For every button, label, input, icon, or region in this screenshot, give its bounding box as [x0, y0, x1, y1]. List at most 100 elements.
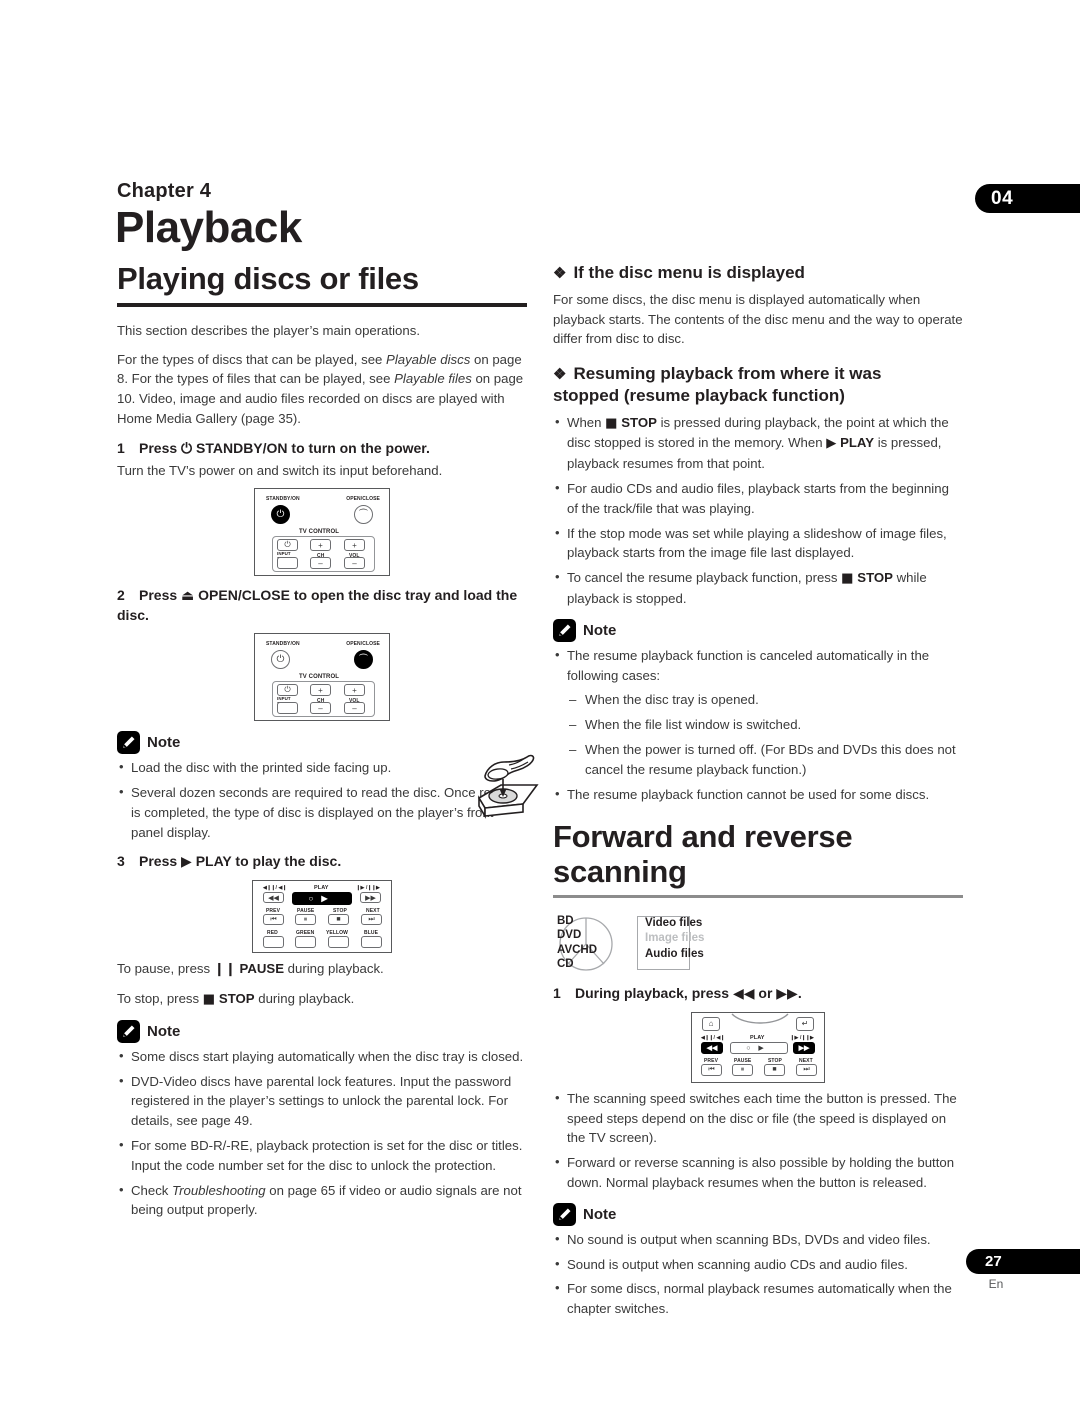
input-select-bottom-button[interactable]: [277, 557, 298, 570]
list-item: For some discs, normal playback resumes …: [553, 1278, 963, 1319]
remote-panel-play-wrap: ◀❙❙/ ◀❙ PLAY ❙▶ /❙❙▶ ◀◀ ○▶ ▶▶ PREV PAUSE…: [117, 880, 527, 954]
resume-b4-a: To cancel the resume playback function, …: [567, 570, 842, 586]
note-2-list: Some discs start playing automatically w…: [117, 1046, 527, 1221]
remote-panel-scan-wrap: ⌂ ↵ ◀❙❙/ ◀❙ PLAY ❙▶ /❙❙▶ ◀◀ ○▶ ▶▶ PREV P…: [553, 1011, 963, 1083]
ch-plus-button[interactable]: +: [310, 539, 331, 552]
input-select-top-button[interactable]: ⏻: [277, 684, 298, 697]
prev-button[interactable]: ⏮: [263, 914, 284, 926]
yellow-button[interactable]: [328, 936, 349, 949]
note-3-sublist: When the disc tray is opened. When the f…: [553, 690, 963, 779]
playable-discs-ref: Playable discs: [386, 351, 471, 367]
vol-plus-button[interactable]: +: [344, 539, 365, 552]
reverse-step-label: ◀❙❙/ ◀❙: [701, 1034, 725, 1041]
standby-on-button[interactable]: ⏻: [271, 505, 290, 525]
pause-text-b: during playback.: [284, 961, 384, 977]
section-title-playing-discs: Playing discs or files: [117, 261, 419, 296]
step-3-number: 3: [117, 853, 125, 870]
list-item: Several dozen seconds are required to re…: [117, 782, 527, 842]
input-select-bottom-button[interactable]: [277, 702, 298, 715]
pause-instruction: To pause, press ❙❙ PAUSE during playback…: [117, 959, 527, 980]
note-3-list-tail: The resume playback function cannot be u…: [553, 784, 963, 805]
next-button[interactable]: ⏭: [361, 914, 382, 926]
reverse-scan-button[interactable]: ◀◀: [263, 892, 284, 904]
stop-text-b: during playback.: [254, 991, 355, 1007]
ch-minus-button[interactable]: –: [310, 557, 331, 570]
next-label: NEXT: [799, 1057, 813, 1064]
pause-button[interactable]: ⏸: [732, 1063, 753, 1076]
file-label-video: Video files: [645, 916, 703, 929]
prev-label: PREV: [704, 1057, 719, 1064]
manual-page: Chapter 4 Playback 04 Playing discs or f…: [0, 0, 1080, 1407]
stop-text-a: To stop, press: [117, 991, 203, 1007]
list-item: No sound is output when scanning BDs, DV…: [553, 1229, 963, 1250]
rewind-icon: ◀◀: [732, 985, 755, 1002]
forward-scan-button[interactable]: ▶▶: [360, 892, 381, 904]
return-button[interactable]: ↵: [796, 1016, 814, 1031]
play-icon: ▶: [181, 854, 192, 871]
next-button[interactable]: ⏭: [796, 1063, 817, 1076]
step-2-number: 2: [117, 587, 125, 604]
open-close-button[interactable]: ⏜: [354, 650, 373, 670]
resume-playback-list: When ■ STOP is pressed during playback, …: [553, 412, 963, 609]
scan-step-1-number: 1: [553, 984, 561, 1001]
chapter-title: Playback: [115, 203, 302, 252]
section-rule: [117, 302, 527, 307]
file-label-audio: Audio files: [645, 948, 704, 961]
stop-button[interactable]: ■: [764, 1063, 785, 1076]
list-item: For audio CDs and audio files, playback …: [553, 478, 963, 519]
play-button[interactable]: ○▶: [292, 892, 352, 906]
stop-button[interactable]: ■: [328, 914, 349, 926]
ch-plus-button[interactable]: +: [310, 684, 331, 697]
open-close-button[interactable]: ⏜: [354, 505, 373, 525]
standby-on-label: STANDBY/ON: [266, 641, 300, 648]
subheading-resume-line2: stopped (resume playback function): [553, 385, 845, 405]
prev-button[interactable]: ⏮: [701, 1063, 722, 1076]
standby-on-button[interactable]: ⏻: [271, 650, 290, 670]
pause-label: PAUSE: [734, 1057, 752, 1064]
step-1-body: Turn the TV’s power on and switch its in…: [117, 462, 443, 478]
remote-panel-scan: ⌂ ↵ ◀❙❙/ ◀❙ PLAY ❙▶ /❙❙▶ ◀◀ ○▶ ▶▶ PREV P…: [691, 1011, 825, 1083]
disc-menu-body: For some discs, the disc menu is display…: [553, 291, 963, 347]
list-item: Check Troubleshooting on page 65 if vide…: [117, 1180, 527, 1221]
section-title-forward-reverse: Forward and reverse scanning: [553, 819, 853, 890]
pencil-note-icon: [117, 731, 140, 755]
input-select-top-button[interactable]: ⏻: [277, 539, 298, 552]
list-item: Some discs start playing automatically w…: [117, 1046, 527, 1067]
forward-scan-button[interactable]: ▶▶: [793, 1041, 815, 1054]
red-button[interactable]: [263, 936, 284, 949]
pencil-note-icon: [117, 1019, 140, 1043]
pencil-note-icon: [553, 618, 576, 642]
play-glyph: ▶: [826, 436, 837, 452]
pause-button[interactable]: ⏸: [295, 914, 316, 926]
reverse-scan-button[interactable]: ◀◀: [701, 1041, 723, 1054]
step-1-number: 1: [117, 439, 125, 456]
play-button[interactable]: ○▶: [730, 1041, 788, 1054]
disc-label-cd: CD: [557, 958, 574, 971]
diamond-bullet-icon: ❖: [553, 265, 567, 282]
vol-minus-button[interactable]: –: [344, 702, 365, 715]
tv-control-label: TV CONTROL: [299, 674, 339, 681]
list-item: Load the disc with the printed side faci…: [117, 757, 527, 778]
step-2-text-a: Press: [139, 587, 182, 604]
ch-minus-button[interactable]: –: [310, 702, 331, 715]
home-button[interactable]: ⌂: [702, 1016, 720, 1031]
remote-panel-standby-wrap: STANDBY/ON ⏻ OPEN/CLOSE ⏜ TV CONTROL ⏻ I…: [117, 488, 527, 577]
intro-paragraph-2: For the types of discs that can be playe…: [117, 350, 527, 429]
disc-label-dvd: DVD: [557, 929, 582, 942]
note-1-header: Note: [117, 731, 527, 755]
vol-minus-button[interactable]: –: [344, 557, 365, 570]
green-button[interactable]: [295, 936, 316, 949]
list-item: Forward or reverse scanning is also poss…: [553, 1152, 963, 1193]
blue-button[interactable]: [361, 936, 382, 949]
vol-plus-button[interactable]: +: [344, 684, 365, 697]
disc-label-bd: BD: [557, 914, 574, 927]
note-3-list: The resume playback function is canceled…: [553, 645, 963, 686]
stop-glyph: ■: [841, 571, 854, 587]
file-type-labels: Video files Image files Audio files: [645, 916, 704, 963]
scan-step-1-heading: 1 During playback, press ◀◀ or ▶▶.: [553, 984, 963, 1004]
pause-text-a: To pause, press: [117, 961, 214, 977]
remote-panel-openclose: STANDBY/ON ⏻ OPEN/CLOSE ⏜ TV CONTROL ⏻ I…: [254, 633, 390, 722]
step-3-heading: 3 Press ▶ PLAY to play the disc.: [117, 852, 527, 872]
forward-step-label: ❙▶ /❙❙▶: [790, 1034, 814, 1041]
stop-keyword: STOP: [218, 991, 255, 1007]
